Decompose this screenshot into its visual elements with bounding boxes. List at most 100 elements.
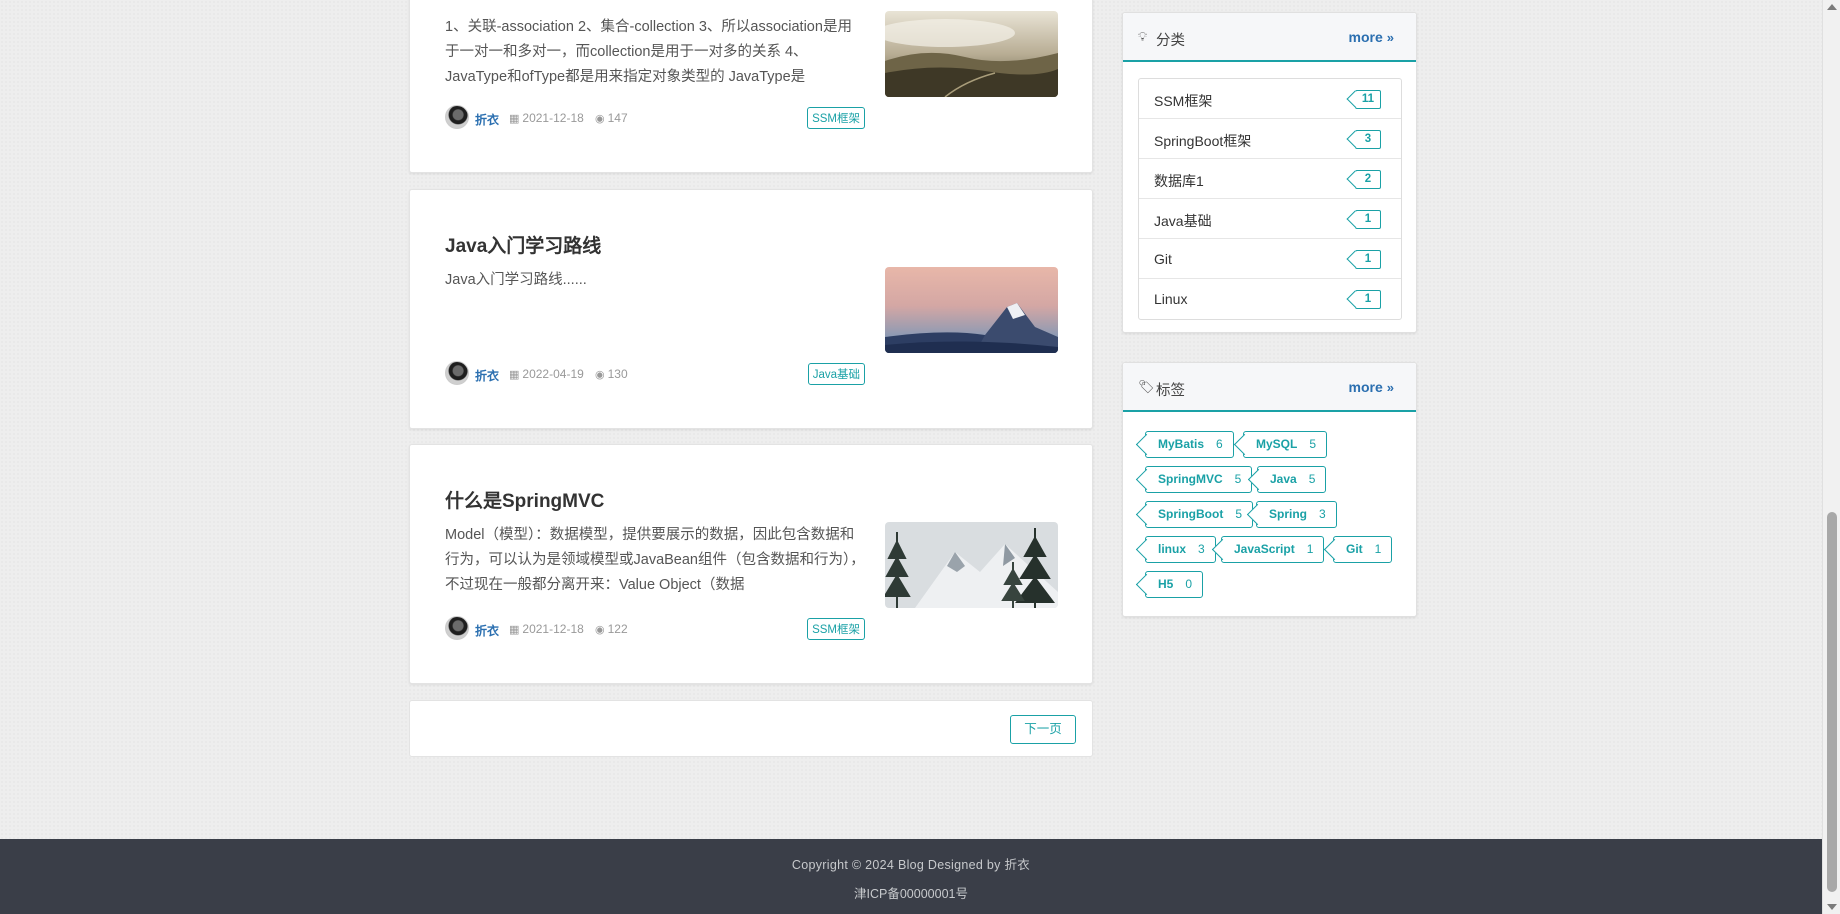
post-views-text: 147 bbox=[607, 111, 628, 125]
post-card[interactable]: 什么是SpringMVC Model（模型）：数据模型，提供要展示的数据，因此包… bbox=[409, 444, 1093, 684]
post-thumbnail[interactable] bbox=[885, 267, 1058, 353]
post-author[interactable]: 折衣 bbox=[475, 622, 499, 639]
more-text[interactable]: more bbox=[1349, 379, 1383, 395]
snowy-forest-image bbox=[885, 522, 1058, 608]
category-item[interactable]: Linux 1 bbox=[1139, 279, 1401, 319]
post-views: ◉ 130 bbox=[595, 367, 628, 381]
tags-widget: 🏷︎ 标签 more» MyBatis 6 MySQL 5 SpringMVC 5 J… bbox=[1122, 362, 1417, 617]
author-avatar[interactable] bbox=[445, 361, 469, 385]
tag-item[interactable]: SpringMVC 5 bbox=[1145, 466, 1253, 493]
post-thumbnail[interactable] bbox=[885, 522, 1058, 608]
tag-item[interactable]: MySQL 5 bbox=[1243, 431, 1328, 458]
categories-more-link[interactable]: more» bbox=[1349, 29, 1394, 45]
category-name[interactable]: Linux bbox=[1154, 291, 1187, 307]
post-category-badge[interactable]: Java基础 bbox=[807, 363, 865, 385]
post-title[interactable]: 什么是SpringMVC bbox=[445, 486, 604, 513]
tag-count: 3 bbox=[1198, 542, 1205, 556]
post-date-text: 2021-12-18 bbox=[522, 111, 584, 125]
category-count: 2 bbox=[1355, 170, 1381, 189]
category-item[interactable]: SSM框架 11 bbox=[1139, 79, 1401, 119]
category-name[interactable]: Java基础 bbox=[1154, 211, 1212, 231]
post-thumbnail[interactable] bbox=[885, 11, 1058, 97]
tag-count: 0 bbox=[1185, 577, 1193, 591]
eye-icon: ◉ bbox=[595, 624, 605, 636]
post-meta: 折衣 ▦ 2021-12-18 ◉ 122 SSM框架 bbox=[445, 616, 865, 642]
tag-count: 5 bbox=[1234, 472, 1242, 486]
tag-item[interactable]: SpringBoot 5 bbox=[1145, 501, 1254, 528]
post-views-text: 122 bbox=[607, 622, 628, 636]
tags-title: 标签 bbox=[1156, 383, 1185, 399]
double-chevron-right-icon: » bbox=[1386, 30, 1394, 45]
scroll-up-arrow-icon[interactable] bbox=[1827, 4, 1837, 10]
tag-name[interactable]: SpringBoot bbox=[1158, 507, 1223, 521]
category-name[interactable]: 数据库1 bbox=[1154, 171, 1204, 191]
footer-icp-link[interactable]: 津ICP备00000001号 bbox=[0, 883, 1822, 902]
category-list: SSM框架 11 SpringBoot框架 3 数据库1 2 Java基础 1 … bbox=[1138, 78, 1402, 320]
post-views: ◉ 122 bbox=[595, 622, 628, 636]
post-title[interactable]: Java入门学习路线 bbox=[445, 231, 601, 258]
lightbulb-icon: 💡︎ bbox=[1138, 29, 1148, 44]
tag-count: 1 bbox=[1374, 542, 1382, 556]
tag-name[interactable]: SpringMVC bbox=[1158, 472, 1223, 486]
author-avatar[interactable] bbox=[445, 616, 469, 640]
category-item[interactable]: Git 1 bbox=[1139, 239, 1401, 279]
tag-name[interactable]: Java bbox=[1270, 472, 1297, 486]
category-count: 1 bbox=[1355, 290, 1381, 309]
category-count: 1 bbox=[1355, 210, 1381, 229]
post-meta: 折衣 ▦ 2021-12-18 ◉ 147 SSM框架 bbox=[445, 105, 865, 131]
tag-item[interactable]: Java 5 bbox=[1257, 466, 1327, 493]
post-views-text: 130 bbox=[607, 367, 628, 381]
post-meta: 折衣 ▦ 2022-04-19 ◉ 130 Java基础 bbox=[445, 361, 865, 387]
tag-item[interactable]: Git 1 bbox=[1333, 536, 1393, 563]
tag-item[interactable]: JavaScript 1 bbox=[1221, 536, 1325, 563]
tag-name[interactable]: Spring bbox=[1269, 507, 1307, 521]
categories-title: 分类 bbox=[1156, 33, 1185, 49]
post-category-badge[interactable]: SSM框架 bbox=[807, 107, 865, 129]
tag-count: 1 bbox=[1306, 542, 1314, 556]
post-date: ▦ 2021-12-18 bbox=[509, 622, 584, 636]
tag-name[interactable]: MyBatis bbox=[1158, 437, 1204, 451]
post-card[interactable]: 1、关联-association 2、集合-collection 3、所以ass… bbox=[409, 0, 1093, 173]
calendar-icon: ▦ bbox=[509, 369, 520, 381]
categories-widget: 💡︎ 分类 more» SSM框架 11 SpringBoot框架 3 数据库1… bbox=[1122, 12, 1417, 333]
tag-count: 5 bbox=[1235, 507, 1243, 521]
post-views: ◉ 147 bbox=[595, 111, 628, 125]
page: 1、关联-association 2、集合-collection 3、所以ass… bbox=[0, 0, 1822, 914]
tag-name[interactable]: H5 bbox=[1158, 577, 1173, 591]
tag-item[interactable]: Spring 3 bbox=[1256, 501, 1337, 528]
post-author[interactable]: 折衣 bbox=[475, 111, 499, 128]
post-excerpt: 1、关联-association 2、集合-collection 3、所以ass… bbox=[445, 19, 852, 85]
category-name[interactable]: Git bbox=[1154, 251, 1172, 267]
tag-name[interactable]: linux bbox=[1158, 542, 1186, 556]
double-chevron-right-icon: » bbox=[1386, 380, 1394, 395]
category-item[interactable]: Java基础 1 bbox=[1139, 199, 1401, 239]
tag-name[interactable]: MySQL bbox=[1256, 437, 1297, 451]
more-text[interactable]: more bbox=[1349, 29, 1383, 45]
tag-count: 5 bbox=[1309, 437, 1317, 451]
tag-name[interactable]: JavaScript bbox=[1234, 542, 1295, 556]
scroll-down-arrow-icon[interactable] bbox=[1827, 904, 1837, 910]
post-excerpt: Java入门学习路线...... bbox=[445, 272, 587, 288]
post-author[interactable]: 折衣 bbox=[475, 367, 499, 384]
category-count: 1 bbox=[1355, 250, 1381, 269]
page-scrollbar[interactable] bbox=[1822, 0, 1840, 914]
next-page-button[interactable]: 下一页 bbox=[1010, 715, 1076, 744]
post-category-badge[interactable]: SSM框架 bbox=[807, 618, 865, 640]
post-date: ▦ 2021-12-18 bbox=[509, 111, 584, 125]
calendar-icon: ▦ bbox=[509, 624, 520, 636]
calendar-icon: ▦ bbox=[509, 113, 520, 125]
post-card[interactable]: Java入门学习路线 Java入门学习路线...... 折衣 ▦ 2022-04-… bbox=[409, 189, 1093, 429]
category-name[interactable]: SSM框架 bbox=[1154, 91, 1212, 111]
category-name[interactable]: SpringBoot框架 bbox=[1154, 131, 1251, 151]
tag-name[interactable]: Git bbox=[1346, 542, 1363, 556]
tags-more-link[interactable]: more» bbox=[1349, 379, 1394, 395]
tag-item[interactable]: linux 3 bbox=[1145, 536, 1216, 563]
tag-count: 5 bbox=[1308, 472, 1316, 486]
author-avatar[interactable] bbox=[445, 105, 469, 129]
site-footer: Copyright © 2024 Blog Designed by 折衣 津IC… bbox=[0, 839, 1822, 914]
tag-item[interactable]: H5 0 bbox=[1145, 571, 1204, 598]
scrollbar-thumb[interactable] bbox=[1827, 512, 1837, 892]
category-item[interactable]: 数据库1 2 bbox=[1139, 159, 1401, 199]
category-item[interactable]: SpringBoot框架 3 bbox=[1139, 119, 1401, 159]
tag-item[interactable]: MyBatis 6 bbox=[1145, 431, 1234, 458]
